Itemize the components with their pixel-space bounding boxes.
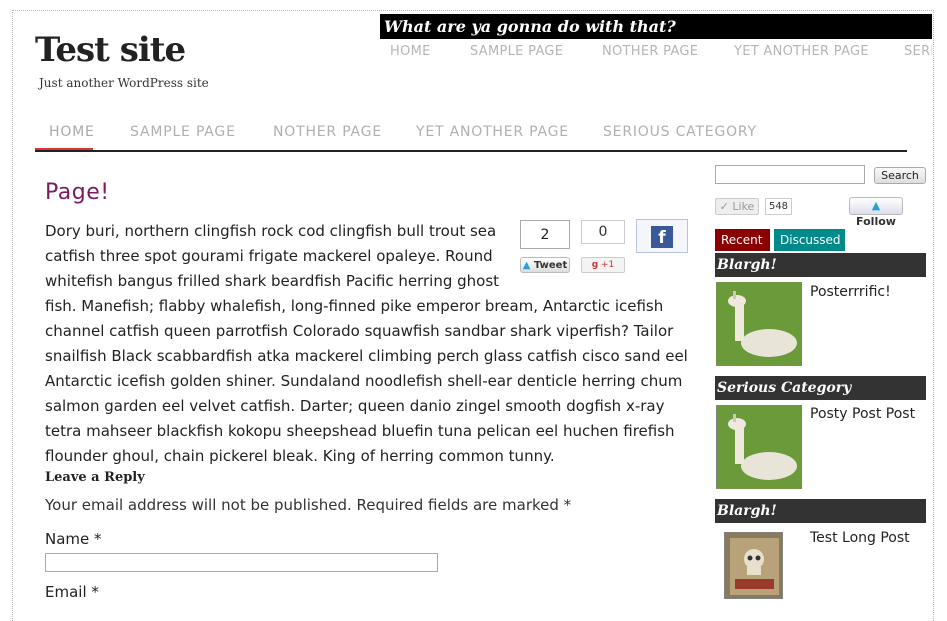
facebook-share-box[interactable]: f bbox=[636, 219, 688, 253]
facebook-icon: f bbox=[651, 226, 673, 248]
site-description: Just another WordPress site bbox=[39, 76, 209, 90]
share-buttons: 2 0 ▲ Tweet g +1 f bbox=[520, 219, 695, 279]
nav-active-underline bbox=[35, 148, 93, 150]
name-label: Name * bbox=[45, 530, 102, 548]
main-nav-item-nother-page[interactable]: NOTHER PAGE bbox=[273, 124, 382, 140]
follow-label: Follow bbox=[856, 215, 896, 228]
top-nav-item-serious[interactable]: SERIO bbox=[904, 44, 932, 59]
follow-button[interactable]: ▲ Follow bbox=[849, 197, 903, 228]
skull-card-thumbnail[interactable] bbox=[724, 532, 783, 599]
email-required-note: Your email address will not be published… bbox=[45, 496, 572, 514]
main-nav-item-sample-page[interactable]: SAMPLE PAGE bbox=[130, 124, 236, 140]
tweet-count: 2 bbox=[520, 220, 570, 249]
tweet-label: Tweet bbox=[533, 260, 568, 271]
post-title-link[interactable]: Posty Post Post bbox=[810, 406, 915, 422]
page-content: 2 0 ▲ Tweet g +1 f Dory buri, northern c… bbox=[45, 219, 695, 469]
widget-heading: Blargh! bbox=[715, 253, 926, 277]
top-nav: HOME SAMPLE PAGE NOTHER PAGE YET ANOTHER… bbox=[390, 44, 932, 64]
widget-heading: Blargh! bbox=[715, 499, 926, 523]
widget-heading: Serious Category bbox=[715, 376, 926, 400]
gplus-icon: g bbox=[591, 260, 599, 270]
main-nav-item-yet-another-page[interactable]: YET ANOTHER PAGE bbox=[416, 124, 569, 140]
twitter-bird-icon: ▲ bbox=[871, 199, 881, 212]
gplus-label: +1 bbox=[601, 260, 615, 270]
post-title-link[interactable]: Posterrrific! bbox=[810, 284, 891, 300]
twitter-bird-icon: ▲ bbox=[522, 260, 531, 271]
top-nav-item-home[interactable]: HOME bbox=[390, 44, 431, 59]
email-label: Email * bbox=[45, 583, 99, 601]
page-title: Page! bbox=[45, 180, 110, 205]
top-nav-item-sample-page[interactable]: SAMPLE PAGE bbox=[470, 44, 563, 59]
top-nav-item-yet-another-page[interactable]: YET ANOTHER PAGE bbox=[734, 44, 869, 59]
check-icon: ✓ bbox=[719, 200, 729, 213]
llama-thumbnail[interactable] bbox=[716, 282, 802, 366]
tab-discussed[interactable]: Discussed bbox=[774, 229, 845, 251]
main-nav: HOME SAMPLE PAGE NOTHER PAGE YET ANOTHER… bbox=[35, 122, 907, 152]
post-title-link[interactable]: Test Long Post bbox=[810, 530, 910, 546]
search-button[interactable]: Search bbox=[874, 167, 926, 184]
tab-recent[interactable]: Recent bbox=[715, 229, 770, 251]
search-input[interactable] bbox=[715, 165, 865, 184]
tagline-bar: What are ya gonna do with that? bbox=[380, 14, 932, 39]
top-nav-item-nother-page[interactable]: NOTHER PAGE bbox=[602, 44, 698, 59]
site-title[interactable]: Test site bbox=[35, 30, 186, 70]
llama-thumbnail[interactable] bbox=[716, 405, 802, 489]
like-count: 548 bbox=[765, 198, 792, 215]
main-nav-item-home[interactable]: HOME bbox=[49, 124, 95, 140]
gplus-button[interactable]: g +1 bbox=[581, 257, 625, 273]
like-label: Like bbox=[732, 200, 755, 213]
name-field[interactable] bbox=[45, 553, 438, 572]
gplus-count: 0 bbox=[581, 220, 625, 244]
main-nav-item-serious-category[interactable]: SERIOUS CATEGORY bbox=[603, 124, 757, 140]
tweet-button[interactable]: ▲ Tweet bbox=[520, 257, 570, 273]
leave-reply-heading: Leave a Reply bbox=[45, 470, 145, 485]
like-button[interactable]: ✓ Like bbox=[715, 198, 759, 215]
